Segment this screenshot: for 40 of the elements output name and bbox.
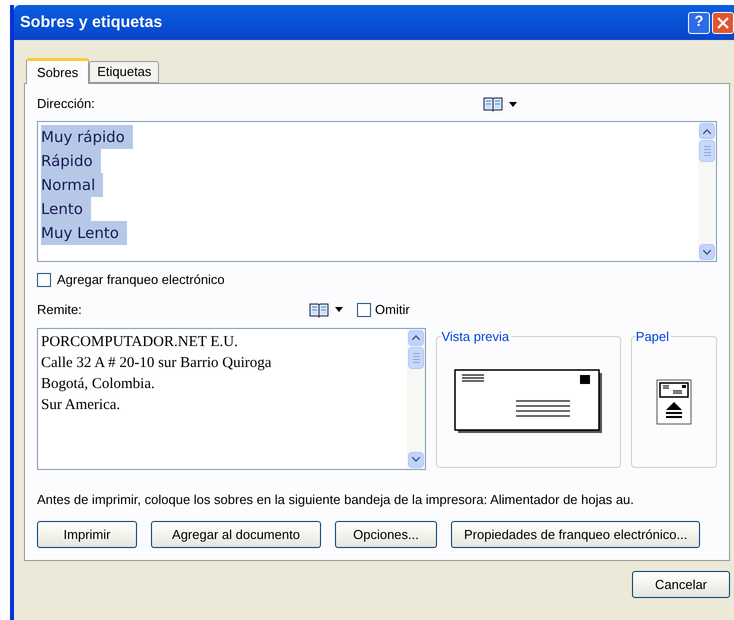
chevron-up-icon (703, 128, 711, 134)
return-address-line: Bogotá, Colombia. (41, 374, 155, 394)
close-button[interactable] (712, 12, 734, 34)
scroll-up-button[interactable] (408, 330, 424, 346)
return-address-label: Remite: (37, 300, 83, 319)
dialog-button[interactable]: Cancelar (632, 571, 730, 598)
return-address-field[interactable]: PORCOMPUTADOR.NET E.U. Calle 32 A # 20-10 sur Barrio Quiroga Bogotá, Colombia. Sur America. (37, 328, 426, 470)
dialog-button[interactable]: Propiedades de franqueo electrónico... (451, 521, 700, 548)
tab[interactable]: Etiquetas (89, 61, 160, 83)
dialog-button[interactable]: Agregar al documento (151, 521, 321, 548)
scroll-down-button[interactable] (408, 452, 424, 468)
dialog-button[interactable]: Imprimir (37, 521, 137, 548)
address-book-icon[interactable] (309, 302, 329, 318)
address-book-icon[interactable] (483, 96, 503, 112)
checkbox-label: Omitir (375, 300, 410, 319)
envelope-feed-icon (656, 378, 692, 424)
caret-icon[interactable] (335, 307, 343, 312)
checkbox[interactable] (37, 272, 51, 287)
chevron-up-icon (412, 335, 420, 340)
return-address-line: Calle 32 A # 20-10 sur Barrio Quiroga (41, 354, 272, 372)
address-label: Dirección: (37, 95, 96, 114)
dialog-button[interactable]: Opciones... (335, 521, 437, 548)
scroll-up-button[interactable] (699, 123, 715, 139)
printer-note: Antes de imprimir, coloque los sobres en la siguiente bandeja de la impresora: Alimentador de hojas au. (37, 490, 635, 509)
envelope-icon (454, 368, 604, 434)
checkbox[interactable] (357, 302, 371, 316)
help-button[interactable]: ? (688, 12, 710, 34)
tab[interactable]: Sobres (26, 58, 90, 84)
close-icon (717, 16, 729, 28)
scrollbar-track[interactable] (698, 122, 716, 261)
caret-icon[interactable] (509, 102, 517, 106)
checkbox-label: Agregar franqueo electrónico (57, 271, 225, 289)
chevron-down-icon (703, 250, 711, 254)
return-address-line: Sur America. (41, 396, 120, 414)
scroll-down-button[interactable] (699, 244, 715, 260)
address-field[interactable]: Muy rápido Rápido Normal Lento Muy Lento (37, 121, 717, 262)
return-address-line: PORCOMPUTADOR.NET E.U. (41, 332, 238, 352)
scrollbar-track[interactable] (407, 328, 426, 468)
window-title: Sobres y etiquetas (20, 12, 164, 32)
chevron-down-icon (412, 457, 420, 462)
